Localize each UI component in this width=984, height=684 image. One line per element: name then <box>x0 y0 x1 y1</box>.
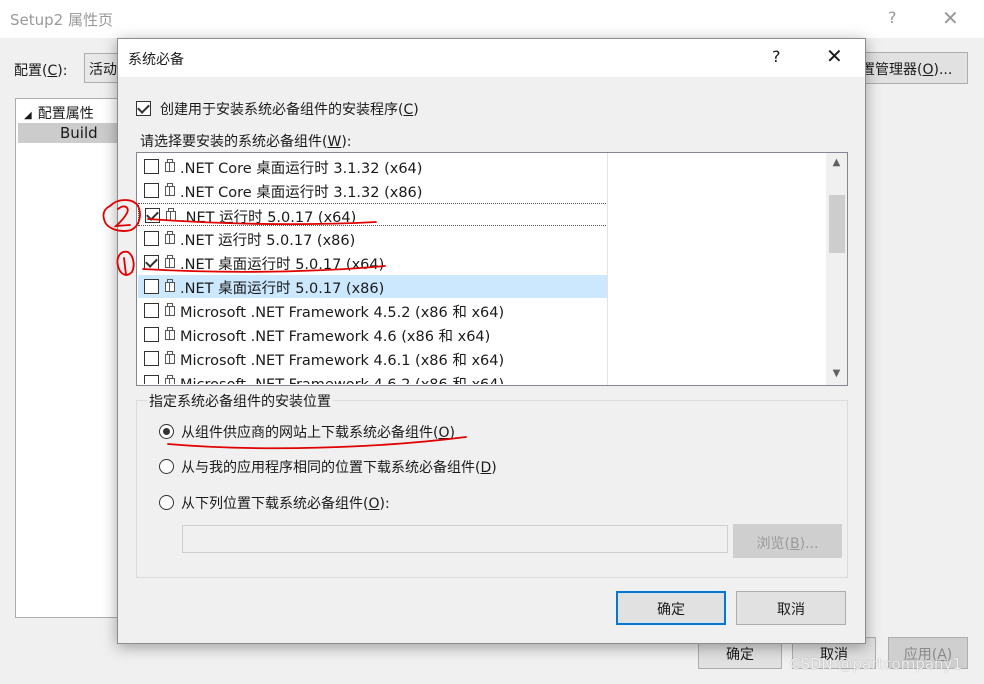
prerequisite-label: Microsoft .NET Framework 4.6 (x86 和 x64) <box>180 329 491 345</box>
package-icon <box>164 255 176 269</box>
select-prereqs-label: 请选择要安装的系统必备组件(W): <box>140 134 352 150</box>
prerequisite-item[interactable]: Microsoft .NET Framework 4.6.1 (x86 和 x6… <box>138 347 607 370</box>
prerequisite-checkbox[interactable] <box>144 159 159 174</box>
prerequisite-label: .NET 桌面运行时 5.0.17 (x86) <box>180 281 385 297</box>
scroll-thumb[interactable] <box>829 195 845 253</box>
cancel-button[interactable]: 取消 <box>736 591 846 625</box>
prerequisite-item[interactable]: .NET 运行时 5.0.17 (x86) <box>138 227 607 250</box>
radio-vendor-website[interactable] <box>159 424 174 439</box>
prerequisite-checkbox[interactable] <box>144 351 159 366</box>
prerequisite-label: Microsoft .NET Framework 4.6.1 (x86 和 x6… <box>180 353 505 369</box>
package-icon <box>164 375 176 384</box>
prerequisite-item[interactable]: .NET Core 桌面运行时 3.1.32 (x86) <box>138 179 607 202</box>
prerequisite-label: .NET Core 桌面运行时 3.1.32 (x64) <box>180 161 423 177</box>
radio-same-location[interactable] <box>159 459 174 474</box>
prerequisite-checkbox[interactable] <box>144 255 159 270</box>
bg-help-button[interactable]: ? <box>888 8 897 27</box>
package-icon <box>164 303 176 317</box>
prerequisite-item[interactable]: .NET 运行时 5.0.17 (x64) <box>138 203 607 226</box>
bg-tree-item-build[interactable]: Build <box>18 123 124 143</box>
create-setup-checkbox[interactable] <box>136 101 151 116</box>
dialog-help-button[interactable]: ? <box>772 47 781 66</box>
prerequisite-checkbox[interactable] <box>144 231 159 246</box>
collapse-arrow-icon[interactable]: ◢ <box>24 110 32 121</box>
install-location-group: 指定系统必备组件的安装位置 从组件供应商的网站上下载系统必备组件(O) 从与我的… <box>136 391 848 578</box>
bg-config-manager-button[interactable]: 置管理器(O)... <box>860 52 968 84</box>
dialog-title: 系统必备 <box>128 52 184 68</box>
prerequisites-items: .NET Core 桌面运行时 3.1.32 (x64) .NET Core 桌面… <box>137 154 607 384</box>
package-icon <box>164 183 176 197</box>
prerequisites-dialog: 系统必备 ? ✕ 创建用于安装系统必备组件的安装程序(C) 请选择要安装的系统必… <box>117 38 866 644</box>
ok-button[interactable]: 确定 <box>616 591 726 625</box>
scroll-down-icon[interactable]: ▼ <box>826 364 847 384</box>
prerequisite-checkbox[interactable] <box>144 183 159 198</box>
package-icon <box>164 327 176 341</box>
package-icon <box>164 231 176 245</box>
scroll-up-icon[interactable]: ▲ <box>826 153 847 173</box>
package-icon <box>164 159 176 173</box>
package-icon <box>164 279 176 293</box>
radio-same-location-label[interactable]: 从与我的应用程序相同的位置下载系统必备组件(D) <box>181 457 497 477</box>
prerequisite-item[interactable]: Microsoft .NET Framework 4.5.2 (x86 和 x6… <box>138 299 607 322</box>
list-divider <box>607 153 608 385</box>
bg-window-title: Setup2 属性页 <box>10 11 113 29</box>
prerequisite-item[interactable]: Microsoft .NET Framework 4.6.2 (x86 和 x6… <box>138 371 607 384</box>
prerequisite-item[interactable]: .NET 桌面运行时 5.0.17 (x86) <box>138 275 607 298</box>
prerequisite-label: .NET 运行时 5.0.17 (x64) <box>181 210 357 226</box>
install-location-legend: 指定系统必备组件的安装位置 <box>147 391 333 411</box>
create-setup-label[interactable]: 创建用于安装系统必备组件的安装程序(C) <box>160 99 419 119</box>
prerequisite-item[interactable]: Microsoft .NET Framework 4.6 (x86 和 x64) <box>138 323 607 346</box>
prerequisite-label: Microsoft .NET Framework 4.5.2 (x86 和 x6… <box>180 305 505 321</box>
prerequisite-label: .NET 桌面运行时 5.0.17 (x64) <box>180 257 385 273</box>
radio-custom-location-label[interactable]: 从下列位置下载系统必备组件(O): <box>181 493 390 513</box>
prerequisite-label: .NET Core 桌面运行时 3.1.32 (x86) <box>180 185 423 201</box>
prerequisite-checkbox[interactable] <box>144 327 159 342</box>
package-icon <box>164 351 176 365</box>
radio-vendor-website-label[interactable]: 从组件供应商的网站上下载系统必备组件(O) <box>181 422 455 442</box>
package-icon <box>165 208 177 222</box>
custom-location-input[interactable] <box>182 525 728 553</box>
bg-titlebar: Setup2 属性页 ? ✕ <box>0 0 984 38</box>
bg-config-label: 配置(C): <box>14 63 68 79</box>
prerequisite-checkbox[interactable] <box>144 279 159 294</box>
prerequisite-label: Microsoft .NET Framework 4.6.2 (x86 和 x6… <box>180 373 504 384</box>
prerequisites-list[interactable]: .NET Core 桌面运行时 3.1.32 (x64) .NET Core 桌面… <box>136 152 848 386</box>
prerequisite-item[interactable]: .NET Core 桌面运行时 3.1.32 (x64) <box>138 155 607 178</box>
dialog-titlebar: 系统必备 ? ✕ <box>118 39 865 77</box>
prerequisite-label: .NET 运行时 5.0.17 (x86) <box>180 233 356 249</box>
prerequisite-item[interactable]: .NET 桌面运行时 5.0.17 (x64) <box>138 251 607 274</box>
radio-custom-location[interactable] <box>159 495 174 510</box>
prerequisite-checkbox[interactable] <box>144 375 159 384</box>
csdn-watermark: CSDN @partcompany1 <box>790 655 962 673</box>
prerequisite-checkbox[interactable] <box>145 208 160 223</box>
bg-tree-root[interactable]: ◢ 配置属性 <box>24 103 94 123</box>
list-scrollbar[interactable]: ▲ ▼ <box>826 153 847 385</box>
browse-button[interactable]: 浏览(B)... <box>733 524 842 558</box>
dialog-close-button[interactable]: ✕ <box>826 44 843 68</box>
bg-close-button[interactable]: ✕ <box>942 6 959 30</box>
bg-config-tree[interactable]: ◢ 配置属性 Build <box>15 98 125 618</box>
prerequisite-checkbox[interactable] <box>144 303 159 318</box>
